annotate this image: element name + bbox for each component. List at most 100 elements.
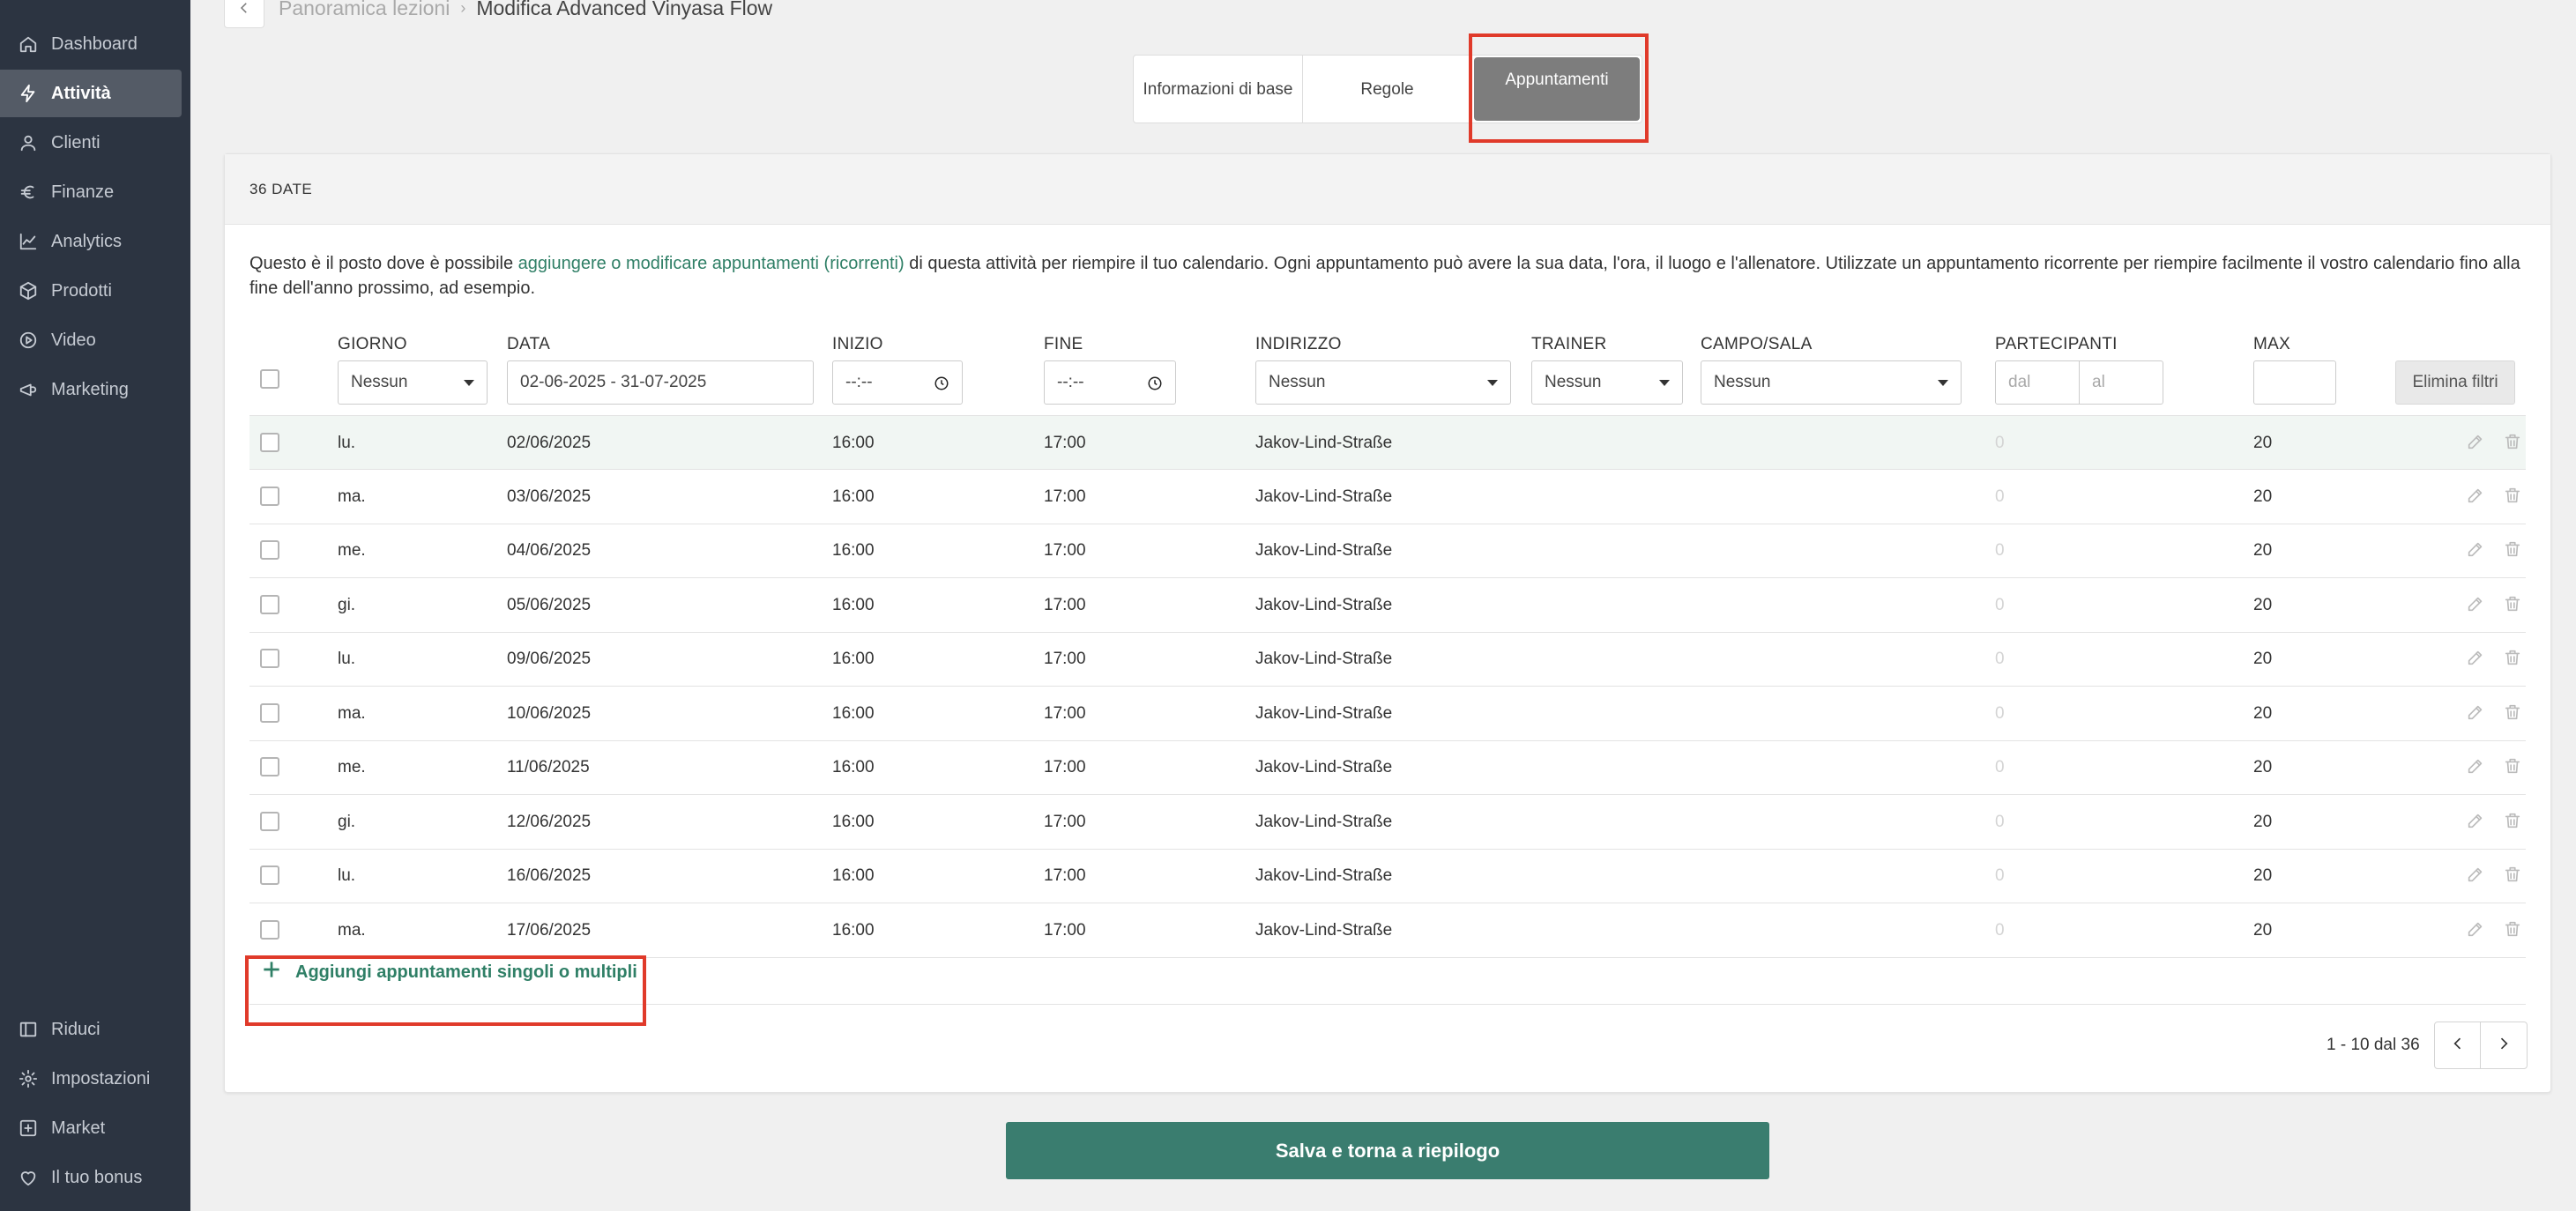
back-button[interactable] <box>224 0 264 28</box>
row-checkbox[interactable] <box>260 540 279 560</box>
participants-from-input[interactable]: dal <box>1995 360 2080 405</box>
cell-day: me. <box>338 758 366 776</box>
row-checkbox[interactable] <box>260 866 279 885</box>
caret-down-icon <box>464 380 474 386</box>
row-checkbox[interactable] <box>260 486 279 506</box>
trash-icon[interactable] <box>2503 648 2522 667</box>
select-all-checkbox[interactable] <box>260 369 279 389</box>
pencil-icon[interactable] <box>2466 594 2485 613</box>
sidebar-item-label: Clienti <box>51 132 101 152</box>
row-checkbox[interactable] <box>260 702 279 723</box>
table-row[interactable]: ma. 17/06/2025 16:00 17:00 Jakov-Lind-Straße… <box>249 903 2526 958</box>
sidebar-item-label: Impostazioni <box>51 1068 151 1088</box>
trash-icon[interactable] <box>2503 756 2522 776</box>
cell-participants: 0 <box>1995 434 2005 452</box>
max-filter-input[interactable] <box>2253 360 2336 405</box>
clock-icon[interactable] <box>934 375 949 391</box>
cell-day: ma. <box>338 703 366 723</box>
sidebar-item-analytics[interactable]: Analytics <box>0 218 182 265</box>
trash-icon[interactable] <box>2503 539 2522 559</box>
row-checkbox[interactable] <box>260 919 279 940</box>
table-row[interactable]: gi. 05/06/2025 16:00 17:00 Jakov-Lind-Straße… <box>249 578 2526 633</box>
cell-start: 16:00 <box>832 703 875 723</box>
chevron-left-icon <box>236 0 252 20</box>
trash-icon[interactable] <box>2503 432 2522 451</box>
cell-date: 12/06/2025 <box>507 812 592 831</box>
row-checkbox[interactable] <box>260 811 279 831</box>
plus-square-icon <box>18 1118 39 1139</box>
table-row[interactable]: me. 04/06/2025 16:00 17:00 Jakov-Lind-Straße… <box>249 524 2526 578</box>
sidebar-item-label: Attività <box>51 83 111 103</box>
table-row[interactable]: gi. 12/06/2025 16:00 17:00 Jakov-Lind-Straße… <box>249 795 2526 850</box>
cell-start: 16:00 <box>832 487 875 506</box>
pencil-icon[interactable] <box>2466 702 2485 722</box>
start-time-input[interactable]: --:-- <box>832 360 963 405</box>
cell-start: 16:00 <box>832 812 875 831</box>
table-row[interactable]: me. 11/06/2025 16:00 17:00 Jakov-Lind-Straße… <box>249 740 2526 795</box>
trash-icon[interactable] <box>2503 811 2522 830</box>
table-row[interactable]: ma. 10/06/2025 16:00 17:00 Jakov-Lind-Straße… <box>249 687 2526 741</box>
date-range-input[interactable]: 02-06-2025 - 31-07-2025 <box>507 360 814 405</box>
trash-icon[interactable] <box>2503 594 2522 613</box>
sidebar-item-finanze[interactable]: Finanze <box>0 168 182 216</box>
tab-regole[interactable]: Regole <box>1303 56 1472 123</box>
table-row[interactable]: lu. 16/06/2025 16:00 17:00 Jakov-Lind-Straße… <box>249 849 2526 903</box>
trash-icon[interactable] <box>2503 865 2522 884</box>
breadcrumb-parent[interactable]: Panoramica lezioni <box>279 0 450 20</box>
col-header-fine: FINE <box>1044 335 1083 353</box>
row-checkbox[interactable] <box>260 649 279 668</box>
participants-to-input[interactable]: al <box>2079 360 2163 405</box>
row-checkbox[interactable] <box>260 433 279 452</box>
sidebar-item-clienti[interactable]: Clienti <box>0 119 182 167</box>
cell-end: 17:00 <box>1044 595 1086 614</box>
sidebar-item-riduci[interactable]: Riduci <box>0 1006 182 1053</box>
pencil-icon[interactable] <box>2466 919 2485 939</box>
input-placeholder: dal <box>2008 373 2031 391</box>
row-checkbox[interactable] <box>260 757 279 776</box>
user-icon <box>18 132 39 153</box>
trainer-filter-select[interactable]: Nessun <box>1531 360 1683 405</box>
cell-address: Jakov-Lind-Straße <box>1255 434 1393 452</box>
pencil-icon[interactable] <box>2466 486 2485 505</box>
trash-icon[interactable] <box>2503 486 2522 505</box>
card-description: Questo è il posto dove è possibile aggiu… <box>249 251 2524 301</box>
cell-end: 17:00 <box>1044 541 1086 560</box>
table-row[interactable]: ma. 03/06/2025 16:00 17:00 Jakov-Lind-Straße… <box>249 470 2526 524</box>
clock-icon[interactable] <box>1147 375 1163 391</box>
giorno-filter-select[interactable]: Nessun <box>338 360 488 405</box>
caret-down-icon <box>1938 380 1948 386</box>
table-row[interactable]: lu. 09/06/2025 16:00 17:00 Jakov-Lind-Straße… <box>249 632 2526 687</box>
clear-filters-button[interactable]: Elimina filtri <box>2395 360 2515 405</box>
sidebar-item-prodotti[interactable]: Prodotti <box>0 267 182 315</box>
pencil-icon[interactable] <box>2466 865 2485 884</box>
tab-informazioni[interactable]: Informazioni di base <box>1134 56 1303 123</box>
save-and-return-button[interactable]: Salva e torna a riepilogo <box>1006 1122 1769 1179</box>
pencil-icon[interactable] <box>2466 539 2485 559</box>
indirizzo-filter-select[interactable]: Nessun <box>1255 360 1511 405</box>
row-checkbox[interactable] <box>260 594 279 614</box>
pencil-icon[interactable] <box>2466 648 2485 667</box>
desc-link[interactable]: aggiungere o modificare appuntamenti (ri… <box>518 254 905 273</box>
pencil-icon[interactable] <box>2466 432 2485 451</box>
col-header-giorno: GIORNO <box>338 335 407 353</box>
trash-icon[interactable] <box>2503 702 2522 722</box>
cell-day: lu. <box>338 434 356 452</box>
table-row[interactable]: lu. 02/06/2025 16:00 17:00 Jakov-Lind-Straße… <box>249 415 2526 470</box>
cell-participants: 0 <box>1995 650 2005 668</box>
next-page-button[interactable] <box>2481 1022 2527 1068</box>
pencil-icon[interactable] <box>2466 756 2485 776</box>
sidebar-item-market[interactable]: Market <box>0 1104 182 1152</box>
sidebar-item-video[interactable]: Video <box>0 316 182 364</box>
cell-day: ma. <box>338 920 366 940</box>
sidebar-item-impostazioni[interactable]: Impostazioni <box>0 1055 182 1103</box>
prev-page-button[interactable] <box>2435 1022 2481 1068</box>
sidebar-item-bonus[interactable]: Il tuo bonus <box>0 1154 182 1201</box>
sidebar-item-attivita[interactable]: Attività <box>0 70 182 117</box>
pencil-icon[interactable] <box>2466 811 2485 830</box>
campo-filter-select[interactable]: Nessun <box>1701 360 1962 405</box>
end-time-input[interactable]: --:-- <box>1044 360 1176 405</box>
sidebar-item-dashboard[interactable]: Dashboard <box>0 20 182 68</box>
sidebar-item-marketing[interactable]: Marketing <box>0 366 182 413</box>
pagination-info: 1 - 10 dal 36 <box>2327 1036 2420 1054</box>
trash-icon[interactable] <box>2503 919 2522 939</box>
